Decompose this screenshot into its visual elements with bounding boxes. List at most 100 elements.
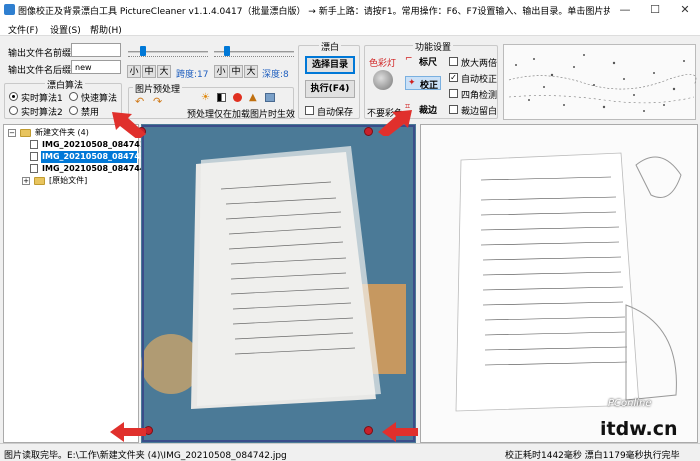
autocorrect-checkbox[interactable]: ✓: [449, 73, 458, 82]
folder-icon: [34, 177, 45, 185]
color-lamp-label: 色彩灯: [369, 59, 397, 69]
image-file-icon: [30, 152, 38, 161]
algorithm-title: 漂白算法: [45, 78, 86, 91]
ruler-icon: ⌐: [405, 54, 413, 64]
file-tree[interactable]: − 新建文件夹 (4) IMG_20210508_084741 IMG_2021…: [3, 124, 145, 443]
depth-medium-button[interactable]: 中: [229, 65, 243, 78]
maximize-button[interactable]: ☐: [640, 0, 670, 20]
ruler-label: 标尺: [419, 58, 438, 68]
execute-button[interactable]: 执行(F4): [305, 80, 355, 98]
rotate-right-icon[interactable]: ↷: [153, 95, 162, 108]
span-small-button[interactable]: 小: [127, 65, 141, 78]
realtime2-label: 实时算法2: [21, 108, 63, 118]
contrast-icon[interactable]: [217, 93, 226, 102]
status-bar: 图片读取完毕。E:\工作\新建文件夹 (4)\IMG_20210508_0847…: [0, 443, 700, 461]
tree-original-label: [原始文件]: [49, 176, 88, 185]
depth-slider-thumb[interactable]: [224, 46, 230, 56]
menu-help[interactable]: 帮助(H): [90, 23, 122, 36]
tree-file-3-label: IMG_20210508_084744: [42, 164, 146, 173]
tree-root-label: 新建文件夹 (4): [35, 128, 89, 137]
span-slider[interactable]: [128, 45, 208, 56]
corner-handle-top-right[interactable]: [364, 127, 373, 136]
crop-margin-checkbox[interactable]: [449, 105, 458, 114]
menu-file[interactable]: 文件(F): [8, 23, 38, 36]
zoom2-checkbox[interactable]: [449, 57, 458, 66]
tree-file-2-label: IMG_20210508_084742: [42, 152, 146, 161]
crop-margin-label: 裁边留白: [461, 107, 498, 117]
processed-image-pane[interactable]: [420, 124, 698, 443]
menu-settings[interactable]: 设置(S): [50, 23, 81, 36]
app-icon: [4, 4, 15, 15]
prefix-label: 输出文件名前缀: [8, 49, 72, 59]
algorithm-group: 漂白算法 实时算法1 快速算法 实时算法2 禁用: [4, 78, 122, 119]
brightness-icon[interactable]: ☀: [201, 92, 210, 103]
processed-photo: [421, 125, 697, 442]
realtime1-label: 实时算法1: [21, 94, 63, 104]
status-right: 校正耗时1442毫秒 漂白1179毫秒执行完毕: [505, 451, 680, 461]
realtime2-radio[interactable]: [9, 106, 18, 115]
functions-title: 功能设置: [413, 40, 454, 53]
bleach-group: 漂白 选择目录 执行(F4) 自动保存: [298, 40, 360, 119]
tree-file-2[interactable]: IMG_20210508_084742: [41, 151, 145, 163]
status-left: 图片读取完毕。E:\工作\新建文件夹 (4)\IMG_20210508_0847…: [4, 451, 287, 461]
autosave-checkbox[interactable]: [305, 106, 314, 115]
original-image-pane[interactable]: [137, 124, 416, 443]
bleach-title: 漂白: [319, 40, 342, 53]
fast-radio[interactable]: [69, 92, 78, 101]
span-value-label: 跨度:17: [176, 70, 209, 80]
pconline-watermark: PConline: [608, 398, 652, 409]
crop-label: 裁边: [419, 106, 438, 116]
original-photo: [141, 124, 416, 443]
title-bar: 图像校正及背景漂白工具 PictureCleaner v1.1.4.0417（批…: [0, 0, 700, 20]
collapse-icon[interactable]: −: [8, 129, 16, 137]
depth-small-button[interactable]: 小: [214, 65, 228, 78]
preprocess-group: 图片预处理 ↶ ↷ ☀ ▲ 预处理仅在加载图片时生效: [128, 82, 296, 120]
minimize-button[interactable]: —: [610, 0, 640, 20]
window-title: 图像校正及背景漂白工具 PictureCleaner v1.1.4.0417（批…: [18, 7, 684, 17]
color-icon[interactable]: [233, 93, 242, 102]
toolbar: 输出文件名前缀 输出文件名后缀 漂白算法 实时算法1 快速算法 实时算法2 禁用…: [0, 37, 700, 122]
image-file-icon: [30, 164, 38, 173]
four-corner-checkbox[interactable]: [449, 89, 458, 98]
preprocess-note: 预处理仅在加载图片时生效: [187, 110, 296, 120]
corner-handle-bottom-right[interactable]: [364, 426, 373, 435]
close-button[interactable]: ✕: [670, 0, 700, 20]
fast-label: 快速算法: [81, 94, 118, 104]
image-file-icon: [30, 140, 38, 149]
picture-icon[interactable]: [265, 93, 275, 102]
watermark: itdw.cn: [600, 418, 678, 440]
sharpen-icon[interactable]: ▲: [249, 92, 257, 103]
span-slider-ticks: [128, 56, 208, 60]
four-corner-label: 四角检测: [461, 91, 498, 101]
disable-radio[interactable]: [69, 106, 78, 115]
folder-icon: [20, 129, 31, 137]
realtime1-radio[interactable]: [9, 92, 18, 101]
preview-noise: [508, 54, 697, 112]
tree-file-3[interactable]: IMG_20210508_084744: [30, 163, 145, 175]
disable-label: 禁用: [81, 108, 100, 118]
autosave-label: 自动保存: [317, 108, 354, 118]
select-dir-button[interactable]: 选择目录: [305, 56, 355, 74]
ruler-button[interactable]: ⌐ 标尺: [405, 54, 441, 68]
tree-file-1-label: IMG_20210508_084741: [42, 140, 146, 149]
depth-slider-ticks: [214, 56, 294, 60]
prefix-input[interactable]: [71, 43, 121, 57]
span-large-button[interactable]: 大: [157, 65, 171, 78]
rotate-left-icon[interactable]: ↶: [135, 95, 144, 108]
color-lamp-icon[interactable]: [373, 70, 393, 90]
arrow-bottom-left-icon: [110, 422, 146, 442]
span-medium-button[interactable]: 中: [142, 65, 156, 78]
span-slider-thumb[interactable]: [140, 46, 146, 56]
depth-large-button[interactable]: 大: [244, 65, 258, 78]
depth-slider[interactable]: [214, 45, 294, 56]
correct-label: 校正: [420, 81, 439, 91]
preprocess-title: 图片预处理: [133, 82, 183, 95]
tree-file-1[interactable]: IMG_20210508_084741: [30, 139, 145, 151]
preview-thumbnail: [503, 44, 697, 120]
expand-icon[interactable]: +: [22, 177, 30, 185]
arrow-top-left-icon: [112, 112, 146, 138]
depth-value-label: 深度:8: [262, 70, 289, 80]
correct-button[interactable]: ✦ 校正: [405, 76, 441, 91]
suffix-input[interactable]: [71, 60, 121, 74]
suffix-label: 输出文件名后缀: [8, 66, 72, 76]
